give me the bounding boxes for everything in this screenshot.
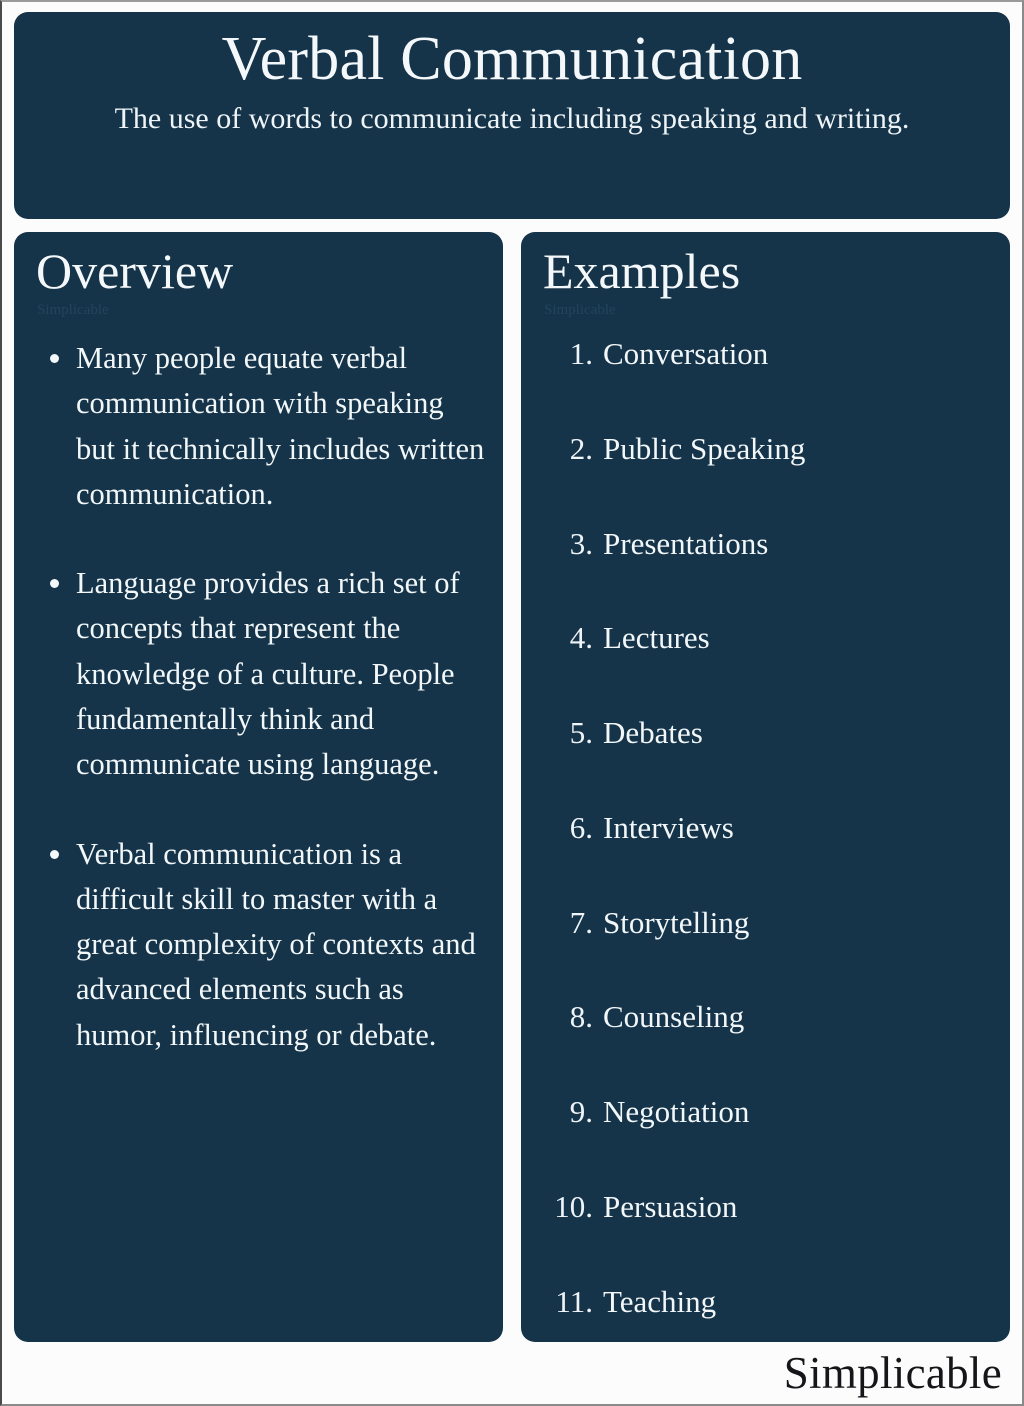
list-item-number: 9.	[569, 1094, 593, 1129]
overview-bullet-text: Language provides a rich set of concepts…	[76, 566, 460, 782]
list-item-number: 6.	[569, 809, 593, 845]
list-item-label: Interviews	[603, 809, 734, 845]
panel-columns: Overview Simplicable Many people equate …	[14, 232, 1010, 1342]
list-item-label: Teaching	[603, 1283, 717, 1319]
examples-panel: Examples Simplicable 1. Conversation 2. …	[521, 232, 1010, 1342]
list-item-number: 11.	[555, 1283, 593, 1319]
list-item-number: 5.	[569, 715, 593, 750]
brand-logo: Simplicable	[783, 1347, 1002, 1398]
list-item-label: Lectures	[603, 620, 710, 656]
footer: Simplicable	[14, 1342, 1010, 1404]
list-item: 5. Debates	[537, 714, 994, 753]
list-item-number: 10.	[554, 1188, 593, 1224]
overview-heading: Overview	[36, 243, 234, 299]
overview-bullet-text: Verbal communication is a difficult skil…	[76, 836, 476, 1052]
list-item: Verbal communication is a difficult skil…	[42, 832, 487, 1058]
list-item: 9. Negotiation	[537, 1093, 994, 1132]
list-item: 6. Interviews	[537, 809, 994, 848]
list-item-label: Presentations	[603, 525, 769, 561]
list-item-number: 1.	[569, 336, 593, 371]
examples-watermark: Simplicable	[544, 302, 616, 318]
overview-bullet-list: Many people equate verbal communication …	[30, 336, 487, 1058]
overview-bullet-text: Many people equate verbal communication …	[76, 341, 485, 511]
list-item-number: 7.	[569, 904, 593, 940]
examples-numbered-list: 1. Conversation 2. Public Speaking 3. Pr…	[537, 335, 994, 1321]
overview-panel: Overview Simplicable Many people equate …	[14, 232, 503, 1342]
list-item: 7. Storytelling	[537, 904, 994, 943]
list-item-number: 3.	[569, 525, 593, 561]
list-item-label: Public Speaking	[603, 430, 806, 466]
list-item: 8. Counseling	[537, 998, 994, 1037]
list-item: 4. Lectures	[537, 619, 994, 658]
list-item: Language provides a rich set of concepts…	[42, 561, 487, 787]
list-item-label: Negotiation	[603, 1094, 750, 1129]
page-subtitle: The use of words to communicate includin…	[114, 102, 910, 136]
infographic-poster: Verbal Communication The use of words to…	[0, 0, 1024, 1406]
list-item: 10. Persuasion	[537, 1188, 994, 1227]
list-item-label: Debates	[603, 715, 703, 750]
list-item-number: 2.	[569, 430, 593, 466]
list-item-label: Counseling	[603, 999, 745, 1035]
list-item-label: Persuasion	[603, 1188, 738, 1224]
list-item-label: Conversation	[603, 336, 769, 371]
examples-heading: Examples	[543, 243, 741, 299]
list-item: 2. Public Speaking	[537, 430, 994, 469]
list-item: 1. Conversation	[537, 335, 994, 374]
page-title: Verbal Communication	[221, 25, 803, 93]
list-item-number: 4.	[569, 620, 593, 656]
list-item-number: 8.	[569, 999, 593, 1035]
header-card: Verbal Communication The use of words to…	[14, 12, 1010, 219]
list-item: 3. Presentations	[537, 525, 994, 564]
list-item-label: Storytelling	[603, 904, 750, 940]
overview-watermark: Simplicable	[37, 302, 109, 318]
list-item: 11. Teaching	[537, 1283, 994, 1322]
list-item: Many people equate verbal communication …	[42, 336, 487, 517]
